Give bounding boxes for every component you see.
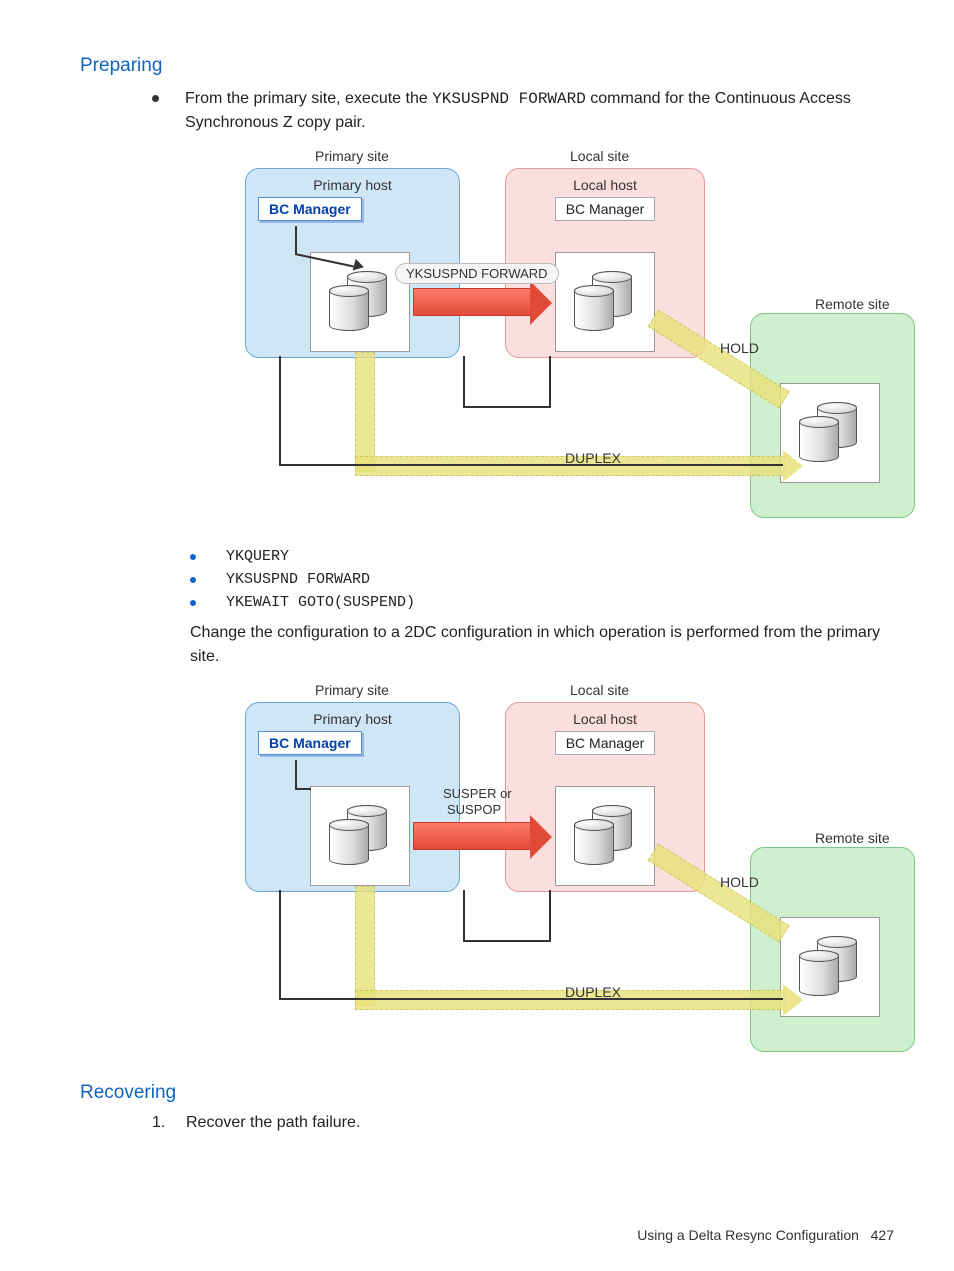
arrow-duplex-v xyxy=(355,352,375,472)
label-primary-site: Primary site xyxy=(315,682,389,698)
command-item: YKSUSPND FORWARD xyxy=(190,571,896,588)
hold-label: HOLD xyxy=(720,340,759,356)
diagram-1: Primary site Local site Remote site Prim… xyxy=(215,148,915,528)
diagram-2: Primary site Local site Remote site Prim… xyxy=(215,682,915,1062)
label-primary-site: Primary site xyxy=(315,148,389,164)
line xyxy=(463,890,465,942)
command-text: YKSUSPND FORWARD xyxy=(226,571,370,588)
bullet-dot xyxy=(152,95,159,102)
bullet-item: From the primary site, execute the YKSUS… xyxy=(152,87,896,134)
duplex-label: DUPLEX xyxy=(565,450,621,466)
duplex-label: DUPLEX xyxy=(565,984,621,1000)
primary-host-label: Primary host xyxy=(254,711,451,727)
footer-page: 427 xyxy=(871,1227,894,1243)
local-disk xyxy=(555,786,655,886)
bullet-dot-icon xyxy=(190,600,196,606)
label-local-site: Local site xyxy=(570,682,629,698)
label-remote-site: Remote site xyxy=(815,830,890,846)
line xyxy=(549,356,551,408)
command-list: YKQUERY YKSUSPND FORWARD YKEWAIT GOTO(SU… xyxy=(190,548,896,611)
command-item: YKQUERY xyxy=(190,548,896,565)
step-text: Recover the path failure. xyxy=(186,1114,360,1132)
local-host-label: Local host xyxy=(514,711,696,727)
susp-label-2: SUSPOP xyxy=(447,802,501,817)
primary-host-label: Primary host xyxy=(254,177,451,193)
page-footer: Using a Delta Resync Configuration 427 xyxy=(637,1227,894,1243)
arrow-duplex-v xyxy=(355,886,375,1006)
bullet-dot-icon xyxy=(190,554,196,560)
line xyxy=(549,890,551,942)
inline-command: YKSUSPND FORWARD xyxy=(432,90,586,108)
primary-disk xyxy=(310,786,410,886)
label-local-site: Local site xyxy=(570,148,629,164)
command-text: YKQUERY xyxy=(226,548,289,565)
command-item: YKEWAIT GOTO(SUSPEND) xyxy=(190,594,896,611)
bullet-pre: From the primary site, execute the xyxy=(185,90,432,107)
line xyxy=(463,406,549,408)
arrow-duplex-tip xyxy=(783,984,803,1016)
bullet-dot-icon xyxy=(190,577,196,583)
hold-label: HOLD xyxy=(720,874,759,890)
bc-manager-local: BC Manager xyxy=(555,197,656,221)
section-heading-recovering: Recovering xyxy=(80,1082,896,1104)
bullet-text: From the primary site, execute the YKSUS… xyxy=(185,87,896,134)
line xyxy=(279,356,281,464)
line xyxy=(463,940,549,942)
paragraph: Change the configuration to a 2DC config… xyxy=(190,621,896,667)
footer-text: Using a Delta Resync Configuration xyxy=(637,1227,859,1243)
bc-manager-primary: BC Manager xyxy=(258,197,362,221)
line xyxy=(279,998,783,1000)
line xyxy=(463,356,465,408)
connector-line xyxy=(295,760,297,788)
numbered-step: 1. Recover the path failure. xyxy=(152,1114,896,1132)
arrow-red xyxy=(413,822,533,850)
connector-line xyxy=(295,788,311,790)
susp-label-1: SUSPER or xyxy=(443,786,512,801)
step-number: 1. xyxy=(152,1114,186,1132)
bc-manager-local: BC Manager xyxy=(555,731,656,755)
cmd-pill: YKSUSPND FORWARD xyxy=(395,263,559,284)
section-heading-preparing: Preparing xyxy=(80,55,896,77)
arrow-duplex-tip xyxy=(783,450,803,482)
line xyxy=(279,464,783,466)
arrow-red xyxy=(413,288,533,316)
label-remote-site: Remote site xyxy=(815,296,890,312)
command-text: YKEWAIT GOTO(SUSPEND) xyxy=(226,594,415,611)
bc-manager-primary: BC Manager xyxy=(258,731,362,755)
connector-line xyxy=(295,226,297,254)
local-disk xyxy=(555,252,655,352)
line xyxy=(279,890,281,998)
local-host-label: Local host xyxy=(514,177,696,193)
